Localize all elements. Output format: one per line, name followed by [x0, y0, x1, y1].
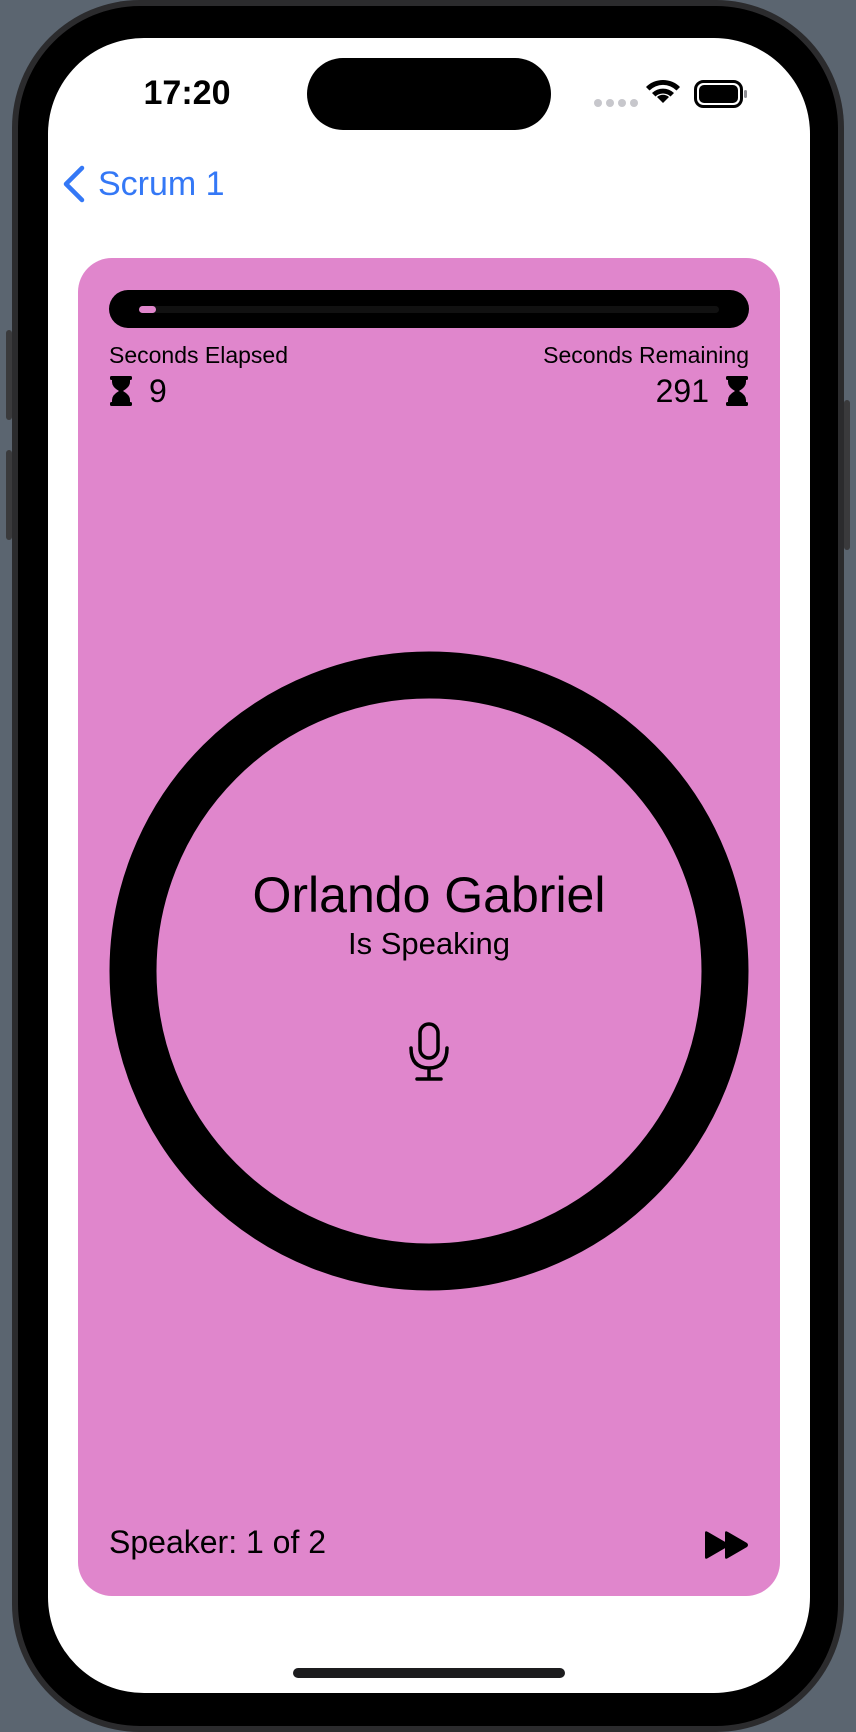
back-button[interactable]: Scrum 1 [62, 160, 225, 208]
mic-icon [409, 1022, 449, 1081]
home-indicator [293, 1668, 565, 1678]
side-button-left [6, 330, 12, 420]
battery-icon [694, 80, 747, 108]
forward-icon [705, 1531, 748, 1559]
meeting-progress-bar [109, 290, 749, 328]
cellular-signal-icon [594, 99, 638, 107]
progress-track [139, 306, 719, 313]
status-time: 17:20 [143, 74, 231, 112]
current-speaker-name: Orlando Gabriel [252, 867, 606, 923]
back-label: Scrum 1 [98, 164, 225, 203]
wifi-icon [646, 79, 680, 103]
progress-fill [139, 306, 157, 313]
seconds-remaining: 291 [656, 371, 749, 411]
seconds-remaining-value: 291 [655, 372, 709, 409]
side-button-left-lower [6, 450, 12, 540]
speaking-status: Is Speaking [348, 926, 510, 961]
skip-speaker-button[interactable] [703, 1528, 751, 1562]
seconds-elapsed-value: 9 [149, 372, 167, 409]
speaker-timer-ring [109, 651, 749, 1291]
seconds-elapsed: 9 [109, 371, 167, 411]
speaker-count: Speaker: 1 of 2 [109, 1524, 327, 1560]
hourglass-icon [726, 376, 748, 406]
hourglass-icon [110, 376, 132, 406]
side-button-right [844, 400, 850, 550]
meeting-card: Seconds Elapsed Seconds Remaining 9 291 … [78, 258, 780, 1596]
seconds-remaining-label: Seconds Remaining [543, 342, 749, 368]
seconds-elapsed-label: Seconds Elapsed [109, 342, 289, 368]
chevron-left-icon [63, 165, 85, 203]
dynamic-island [307, 58, 551, 130]
